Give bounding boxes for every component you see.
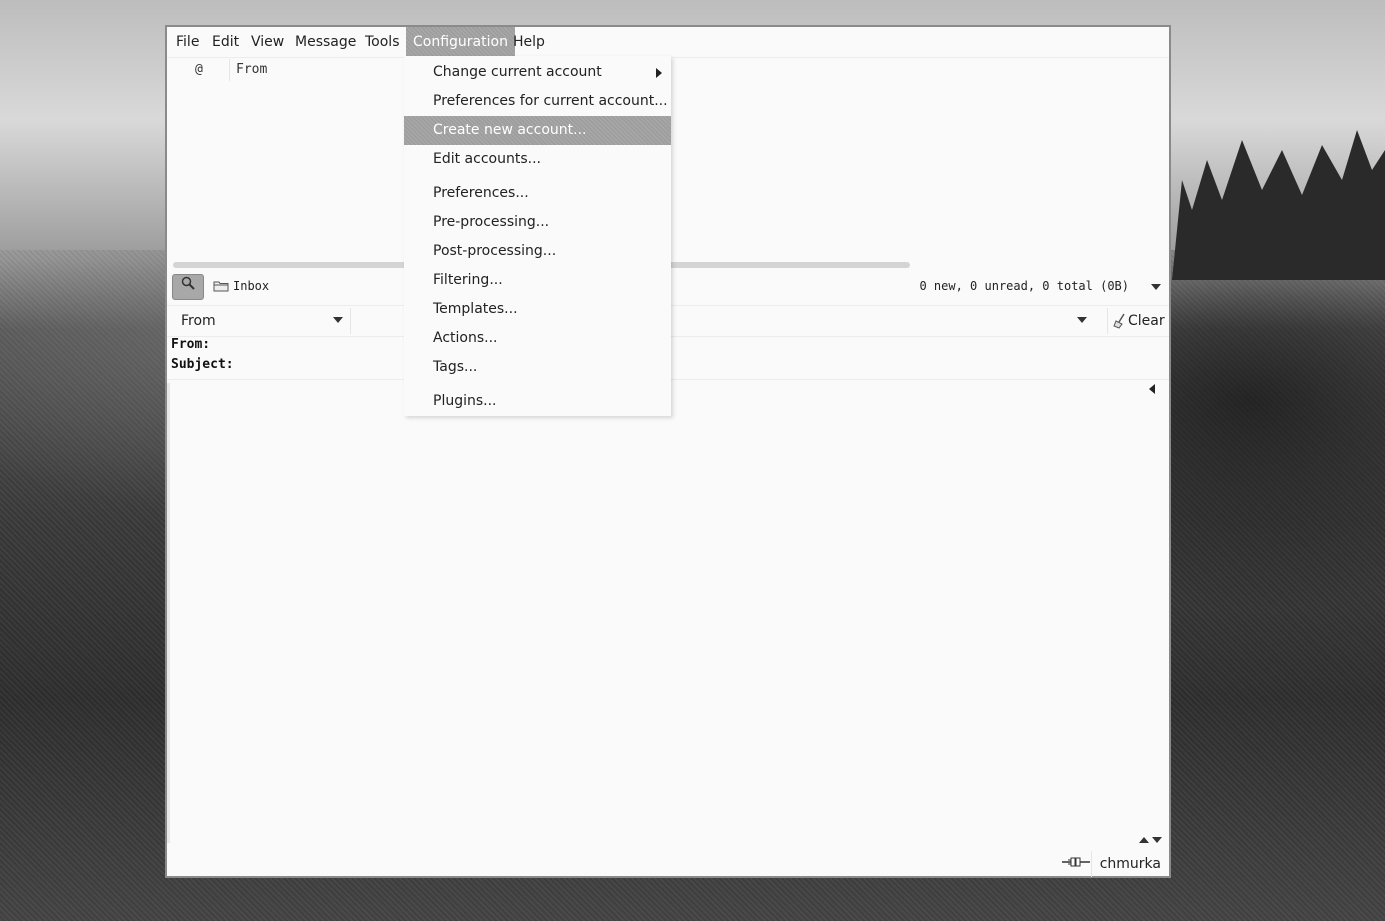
- status-bar: chmurka: [167, 849, 1169, 878]
- menu-pre-processing[interactable]: Pre-processing...: [404, 208, 671, 237]
- search-toggle-button[interactable]: [172, 274, 204, 300]
- menu-configuration[interactable]: Configuration: [406, 27, 515, 57]
- menubar: File Edit View Message Tools Configurati…: [167, 27, 1169, 58]
- folder-stats: 0 new, 0 unread, 0 total (0B): [919, 279, 1129, 293]
- menu-templates[interactable]: Templates...: [404, 295, 671, 324]
- collapse-header-icon[interactable]: [1149, 384, 1155, 394]
- menu-filtering[interactable]: Filtering...: [404, 266, 671, 295]
- menu-edit-accounts[interactable]: Edit accounts...: [404, 145, 671, 174]
- configuration-menu: Change current account Preferences for c…: [404, 56, 671, 416]
- menu-create-new-account[interactable]: Create new account...: [404, 116, 671, 145]
- chevron-down-icon[interactable]: [1151, 284, 1161, 290]
- trees-backdrop: [1172, 130, 1385, 280]
- menu-preferences[interactable]: Preferences...: [404, 179, 671, 208]
- menu-message[interactable]: Message: [288, 27, 363, 57]
- menu-item-label: Change current account: [433, 64, 602, 80]
- menu-view[interactable]: View: [244, 27, 291, 57]
- chevron-right-icon: [656, 68, 662, 78]
- folder-name: Inbox: [233, 279, 270, 293]
- column-divider: [229, 59, 230, 81]
- column-header-attachment[interactable]: @: [195, 57, 203, 83]
- menu-post-processing[interactable]: Post-processing...: [404, 237, 671, 266]
- arrow-up-icon: [1139, 837, 1149, 843]
- menu-tools[interactable]: Tools: [358, 27, 407, 57]
- menu-preferences-current-account[interactable]: Preferences for current account...: [404, 87, 671, 116]
- header-subject-label: Subject:: [171, 357, 234, 372]
- message-view-edge: [167, 383, 170, 843]
- search-type-select[interactable]: From: [171, 308, 351, 334]
- column-header-from[interactable]: From: [236, 57, 267, 83]
- plug-icon[interactable]: [1062, 855, 1090, 869]
- header-from-label: From:: [171, 337, 211, 352]
- scroll-arrows[interactable]: [1135, 833, 1165, 845]
- menu-file[interactable]: File: [169, 27, 206, 57]
- clear-search-button[interactable]: Clear: [1107, 308, 1165, 334]
- folder-icon: [213, 281, 229, 292]
- arrow-down-icon: [1152, 837, 1162, 843]
- menu-plugins[interactable]: Plugins...: [404, 387, 671, 416]
- menu-tags[interactable]: Tags...: [404, 353, 671, 382]
- menu-help[interactable]: Help: [506, 27, 552, 57]
- status-account-name[interactable]: chmurka: [1090, 851, 1169, 877]
- broom-icon: [1113, 313, 1125, 329]
- menu-change-current-account[interactable]: Change current account: [404, 58, 671, 87]
- menu-actions[interactable]: Actions...: [404, 324, 671, 353]
- magnifier-icon: [181, 276, 195, 290]
- chevron-down-icon[interactable]: [333, 317, 343, 323]
- search-history-dropdown[interactable]: [1077, 317, 1087, 323]
- clear-label: Clear: [1128, 313, 1165, 329]
- menu-edit[interactable]: Edit: [205, 27, 246, 57]
